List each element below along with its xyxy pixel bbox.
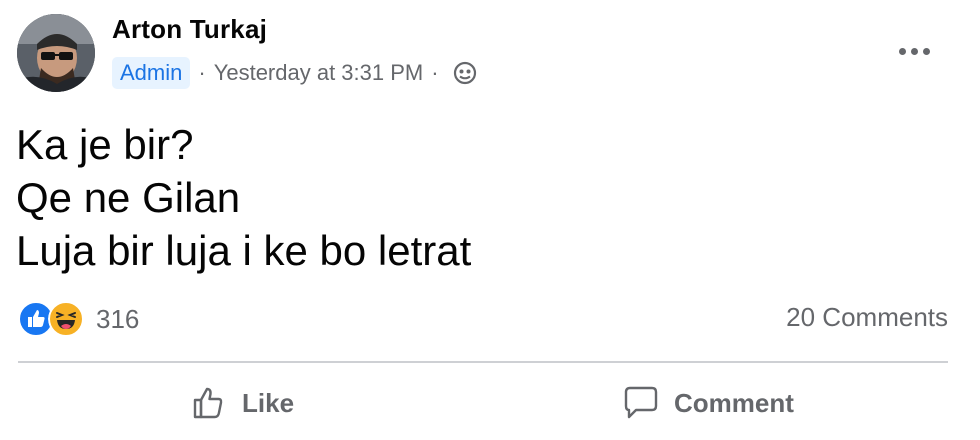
reactions-summary[interactable]: 316 [18, 300, 139, 338]
globe-icon[interactable] [453, 61, 477, 85]
haha-reaction-icon [48, 301, 84, 337]
avatar-image [17, 14, 95, 92]
post-meta: Admin · Yesterday at 3:31 PM · [112, 56, 477, 90]
more-options-icon[interactable] [890, 36, 938, 66]
comment-button[interactable]: Comment [622, 380, 794, 426]
more-dot [910, 47, 918, 55]
reaction-count[interactable]: 316 [96, 304, 139, 335]
meta-separator: · [198, 60, 206, 85]
admin-badge[interactable]: Admin [112, 57, 191, 89]
meta-separator: · [431, 60, 439, 85]
avatar[interactable] [17, 14, 95, 92]
post-line: Qe ne Gilan [16, 174, 241, 221]
post-line: Ka je bir? [16, 121, 194, 168]
post-timestamp[interactable]: Yesterday at 3:31 PM [214, 60, 424, 86]
thumbs-up-icon [193, 387, 223, 419]
facebook-post: Arton Turkaj Admin · Yesterday at 3:31 P… [0, 0, 980, 440]
like-label: Like [242, 387, 295, 418]
comment-label: Comment [674, 387, 794, 418]
divider [18, 361, 948, 363]
comments-count-link[interactable]: 20 Comments [786, 302, 948, 333]
post-text: Ka je bir? Qe ne Gilan Luja bir luja i k… [16, 118, 471, 277]
comment-icon [624, 386, 658, 419]
more-dot [898, 47, 906, 55]
post-line: Luja bir luja i ke bo letrat [16, 227, 472, 274]
more-dot [922, 47, 930, 55]
author-name[interactable]: Arton Turkaj [112, 14, 267, 45]
like-button[interactable]: Like [190, 380, 294, 426]
